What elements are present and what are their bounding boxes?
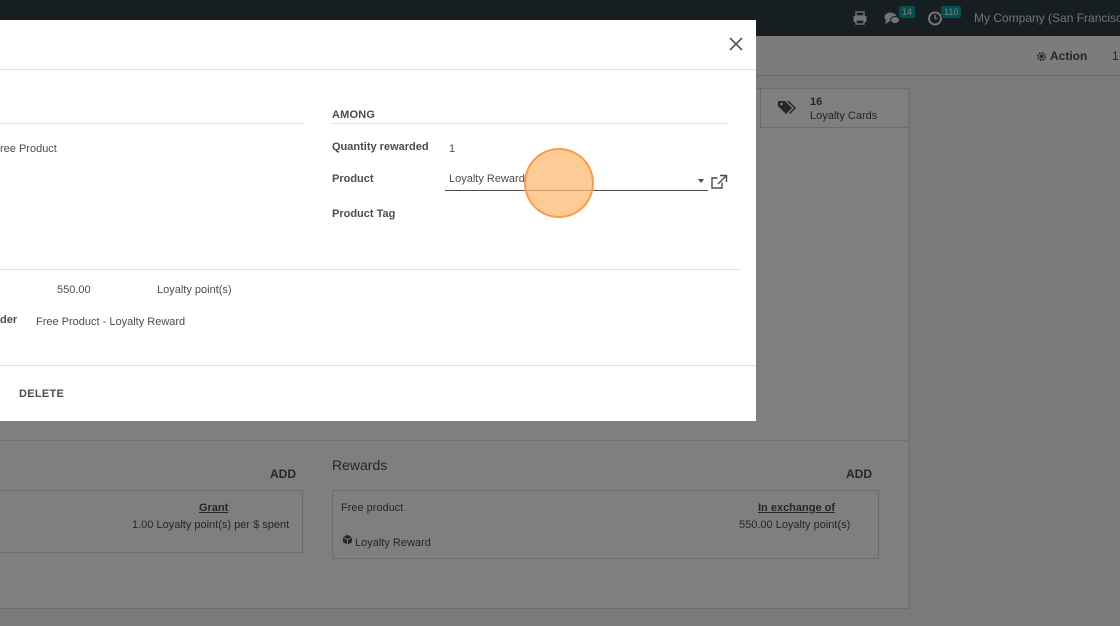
reward-dialog: ree Product AMONG Quantity rewarded 1 Pr… (0, 20, 756, 421)
dialog-section-divider (0, 269, 741, 270)
product-input[interactable]: Loyalty Reward (449, 173, 525, 185)
description-label: der (0, 314, 18, 326)
product-tag-label: Product Tag (332, 208, 396, 220)
left-section-divider (0, 123, 304, 124)
close-icon[interactable] (726, 34, 746, 54)
required-points-field[interactable]: 550.00 (57, 284, 91, 296)
dialog-header (0, 20, 756, 70)
description-field[interactable]: Free Product - Loyalty Reward (36, 316, 185, 328)
points-unit: Loyalty point(s) (157, 284, 232, 296)
external-link-icon[interactable] (710, 174, 728, 190)
among-section-divider (332, 123, 728, 124)
dialog-footer: DELETE (0, 365, 756, 421)
among-section-title: AMONG (332, 109, 376, 121)
click-indicator (524, 148, 594, 218)
reward-type-value[interactable]: ree Product (0, 143, 57, 155)
delete-button[interactable]: DELETE (19, 388, 64, 400)
dropdown-caret-icon[interactable] (698, 179, 704, 183)
quantity-rewarded-label: Quantity rewarded (332, 141, 429, 153)
quantity-rewarded-field[interactable]: 1 (449, 143, 455, 155)
product-label: Product (332, 173, 374, 185)
